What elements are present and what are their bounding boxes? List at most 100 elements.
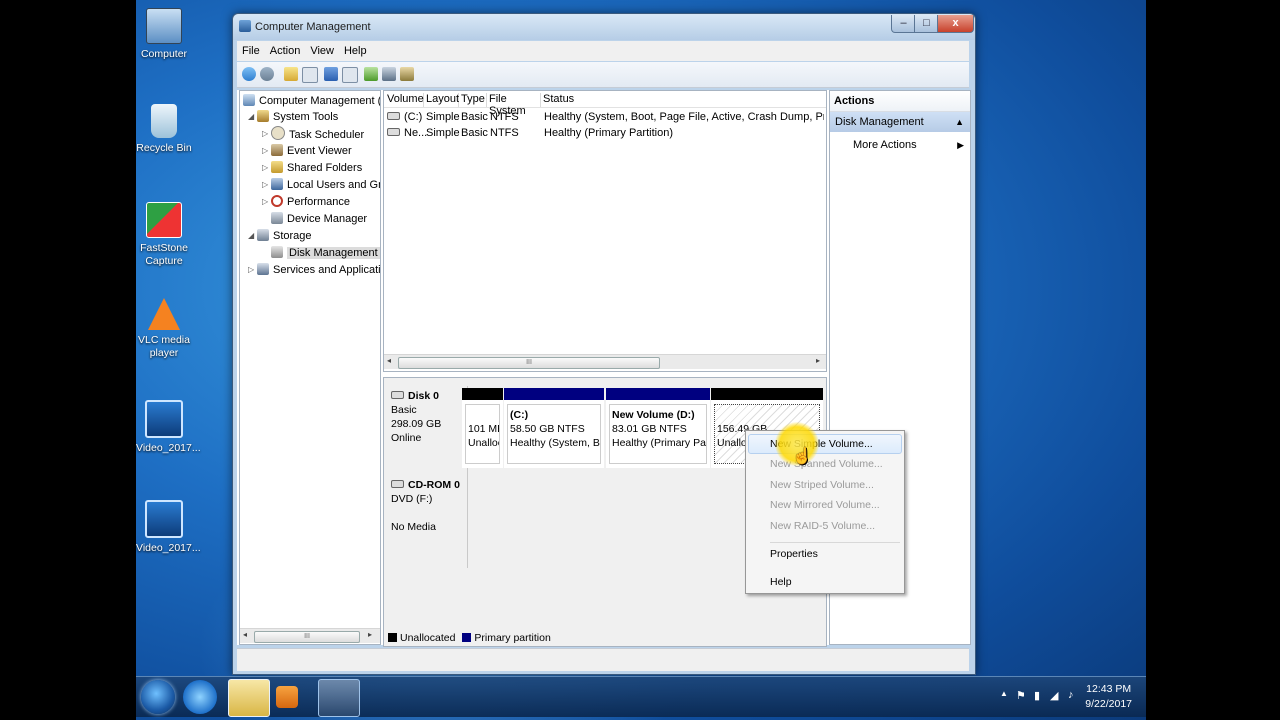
desktop-icon-video-1[interactable]: Video_2017...	[136, 400, 201, 455]
recycle-bin-icon	[151, 104, 177, 138]
export-icon[interactable]	[400, 67, 414, 81]
forward-arrow-icon[interactable]	[260, 67, 274, 81]
file-explorer-icon[interactable]	[228, 679, 270, 717]
minimize-button[interactable]: –	[891, 15, 916, 33]
scrollbar-thumb[interactable]: III	[254, 631, 360, 643]
services-icon	[257, 263, 269, 275]
taskbar-clock[interactable]: 12:43 PM 9/22/2017	[1085, 682, 1132, 712]
volume-icon[interactable]: ♪	[1068, 689, 1074, 701]
tree-horizontal-scrollbar[interactable]: ◂ III ▸	[240, 628, 380, 643]
scroll-right-icon[interactable]: ▸	[816, 356, 820, 365]
menu-help[interactable]: Help	[770, 576, 792, 588]
scroll-left-icon[interactable]: ◂	[243, 630, 247, 639]
column-status[interactable]: Status	[540, 93, 825, 107]
tree-item-root[interactable]: Computer Management (Local	[243, 93, 380, 109]
collapsed-arrow-icon[interactable]: ▷	[262, 197, 268, 206]
tree-item-task-scheduler[interactable]: Task Scheduler	[271, 126, 364, 142]
collapsed-arrow-icon[interactable]: ▷	[262, 146, 268, 155]
collapsed-arrow-icon[interactable]: ▷	[262, 163, 268, 172]
table-row[interactable]: (C:) Simple Basic NTFS Healthy (System, …	[384, 110, 826, 126]
legend-swatch	[462, 633, 472, 642]
status-bar	[237, 648, 969, 671]
taskbar: ▲ ⚑ ▮ ◢ ♪ 12:43 PM 9/22/2017	[136, 676, 1146, 717]
column-layout[interactable]: Layout	[423, 93, 459, 107]
refresh-icon[interactable]	[364, 67, 378, 81]
expanded-arrow-icon[interactable]: ◢	[248, 112, 254, 121]
show-hidden-icons-icon[interactable]: ▲	[1000, 689, 1008, 698]
actions-section-disk-management[interactable]: Disk Management ▲	[830, 112, 970, 132]
up-folder-icon[interactable]	[284, 67, 298, 81]
collapsed-arrow-icon[interactable]: ▷	[248, 265, 254, 274]
toolbar	[237, 62, 969, 88]
storage-icon	[257, 229, 269, 241]
close-button[interactable]: x	[937, 15, 974, 33]
collapse-up-icon[interactable]: ▲	[955, 112, 964, 132]
desktop-icon-computer[interactable]: Computer	[136, 8, 192, 61]
clock-date: 9/22/2017	[1085, 698, 1132, 710]
clock-time: 12:43 PM	[1086, 683, 1132, 695]
start-button[interactable]	[141, 680, 175, 714]
volume-horizontal-scrollbar[interactable]: ◂ III ▸	[384, 354, 826, 369]
menu-help[interactable]: Help	[339, 41, 372, 61]
tree-item-services[interactable]: Services and Applications	[257, 262, 380, 278]
scrollbar-thumb[interactable]: III	[398, 357, 660, 369]
tree-item-shared-folders[interactable]: Shared Folders	[271, 160, 362, 176]
context-menu: New Simple Volume... New Spanned Volume.…	[745, 430, 905, 594]
scroll-left-icon[interactable]: ◂	[387, 356, 391, 365]
collapsed-arrow-icon[interactable]: ▷	[262, 180, 268, 189]
properties-icon[interactable]	[382, 67, 396, 81]
tree-item-storage[interactable]: Storage	[257, 228, 312, 244]
tree-item-performance[interactable]: Performance	[271, 194, 350, 210]
tree-item-device-manager[interactable]: Device Manager	[271, 211, 367, 227]
video-file-icon	[145, 400, 183, 438]
tree-item-event-viewer[interactable]: Event Viewer	[271, 143, 352, 159]
desktop-icon-faststone[interactable]: FastStone Capture	[136, 202, 192, 268]
computer-icon	[146, 8, 182, 44]
internet-explorer-icon[interactable]	[183, 680, 217, 714]
collapsed-arrow-icon[interactable]: ▷	[262, 129, 268, 138]
menu-view[interactable]: View	[305, 41, 339, 61]
show-hide-tree-icon[interactable]	[302, 67, 318, 83]
title-bar[interactable]: Computer Management – □ x	[233, 14, 975, 40]
back-arrow-icon[interactable]	[242, 67, 256, 81]
disk-icon	[391, 391, 404, 399]
menu-new-raid5-volume: New RAID-5 Volume...	[770, 520, 876, 532]
expanded-arrow-icon[interactable]: ◢	[248, 231, 254, 240]
network-icon[interactable]: ◢	[1050, 689, 1058, 702]
column-type[interactable]: Type	[458, 93, 487, 107]
actions-header: Actions	[830, 91, 970, 112]
maximize-button[interactable]: □	[914, 15, 939, 33]
menu-action[interactable]: Action	[265, 41, 306, 61]
desktop-icon-vlc[interactable]: VLC media player	[136, 298, 192, 360]
tree-item-system-tools[interactable]: System Tools	[257, 109, 338, 125]
show-hide-action-icon[interactable]	[342, 67, 358, 83]
disk-icon	[271, 246, 283, 258]
computer-management-icon[interactable]	[318, 679, 360, 717]
clock-icon	[271, 126, 285, 140]
volume-list: Volume Layout Type File System Status (C…	[383, 90, 827, 372]
media-player-icon[interactable]	[276, 686, 298, 708]
drive-icon	[387, 128, 400, 136]
flag-icon[interactable]: ⚑	[1016, 689, 1026, 702]
help-icon[interactable]	[324, 67, 338, 81]
desktop-icon-recycle-bin[interactable]: Recycle Bin	[136, 104, 192, 155]
battery-icon[interactable]: ▮	[1034, 689, 1040, 702]
partition-c[interactable]: (C:) 58.50 GB NTFS Healthy (System, Boot…	[504, 388, 604, 468]
partition-unallocated-101mb[interactable]: 101 MB Unalloc	[462, 388, 503, 468]
tree-item-local-users[interactable]: Local Users and Groups	[271, 177, 380, 193]
partition-d[interactable]: New Volume (D:) 83.01 GB NTFS Healthy (P…	[606, 388, 710, 468]
scroll-right-icon[interactable]: ▸	[368, 630, 372, 639]
more-actions[interactable]: More Actions ▶	[830, 135, 970, 155]
desktop-icon-video-2[interactable]: Video_2017...	[136, 500, 201, 555]
column-volume[interactable]: Volume	[384, 93, 424, 107]
performance-icon	[271, 195, 283, 207]
menu-file[interactable]: File	[237, 41, 265, 61]
disk-0-label[interactable]: Disk 0 Basic 298.09 GB Online	[385, 386, 468, 475]
table-row[interactable]: Ne... Simple Basic NTFS Healthy (Primary…	[384, 126, 826, 142]
tree-item-disk-management[interactable]: Disk Management	[271, 245, 380, 261]
column-file-system[interactable]: File System	[486, 93, 541, 117]
users-icon	[271, 178, 283, 190]
cdrom-0-label[interactable]: CD-ROM 0 DVD (F:) No Media	[385, 475, 468, 568]
faststone-icon	[146, 202, 182, 238]
menu-properties[interactable]: Properties	[770, 548, 818, 560]
